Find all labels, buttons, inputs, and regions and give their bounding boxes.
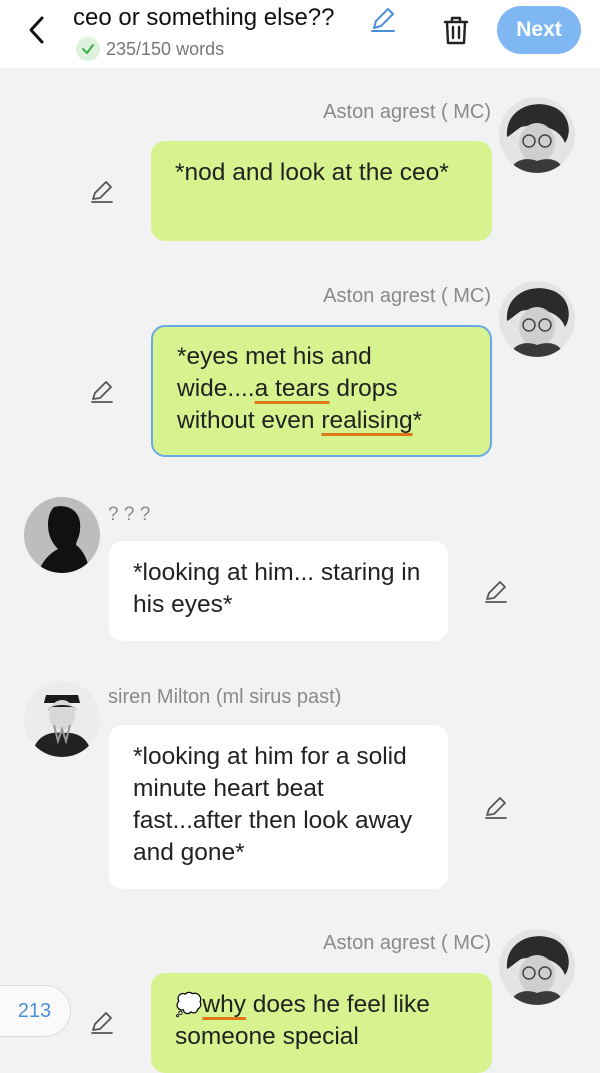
pencil-icon [91,381,113,403]
edit-message-button[interactable] [88,377,116,405]
word-count: 235/150 words [76,36,224,62]
avatar[interactable] [24,497,100,573]
check-icon [76,37,100,61]
word-count-text: 235/150 words [106,38,225,59]
speaker-name: ? ? ? [108,504,151,525]
edit-message-button[interactable] [482,577,510,605]
pencil-icon [371,8,395,32]
pencil-icon [91,181,113,203]
spellcheck-word[interactable]: a tears [255,375,330,402]
edit-message-button[interactable] [88,1008,116,1036]
pencil-icon [485,581,507,603]
edit-message-button[interactable] [88,177,116,205]
speaker-name: siren Milton (ml sirus past) [108,686,342,708]
speaker-name: Aston agrest ( MC) [323,285,491,307]
message-bubble[interactable]: *looking at him for a solid minute heart… [109,725,448,889]
pencil-icon [91,1012,113,1034]
edit-message-button[interactable] [482,793,510,821]
message-bubble-selected[interactable]: *eyes met his and wide....a tears drops … [151,325,492,457]
next-button[interactable]: Next [497,6,581,54]
message-bubble[interactable]: 💭why does he feel like someone special [151,973,492,1073]
chevron-left-icon [29,16,44,44]
thought-bubble-icon: 💭 [175,992,203,1017]
avatar[interactable] [499,929,575,1005]
avatar[interactable] [499,281,575,357]
delete-button[interactable] [440,12,472,48]
story-title: ceo or something else?? [73,4,335,31]
spellcheck-word[interactable]: why [202,991,246,1018]
back-button[interactable] [20,10,54,50]
pencil-icon [485,797,507,819]
speaker-name: Aston agrest ( MC) [323,932,491,954]
side-counter-badge[interactable]: 213 [0,985,71,1037]
message-bubble[interactable]: *nod and look at the ceo* [151,141,492,241]
avatar[interactable] [499,97,575,173]
spellcheck-word[interactable]: realising [321,407,412,434]
speaker-name: Aston agrest ( MC) [323,101,491,123]
message-text: * [412,407,423,434]
edit-title-button[interactable] [368,4,398,34]
avatar[interactable] [24,681,100,757]
message-bubble[interactable]: *looking at him... staring in his eyes* [109,541,448,641]
top-bar: ceo or something else?? 235/150 words Ne… [0,0,600,68]
trash-icon [443,16,469,45]
